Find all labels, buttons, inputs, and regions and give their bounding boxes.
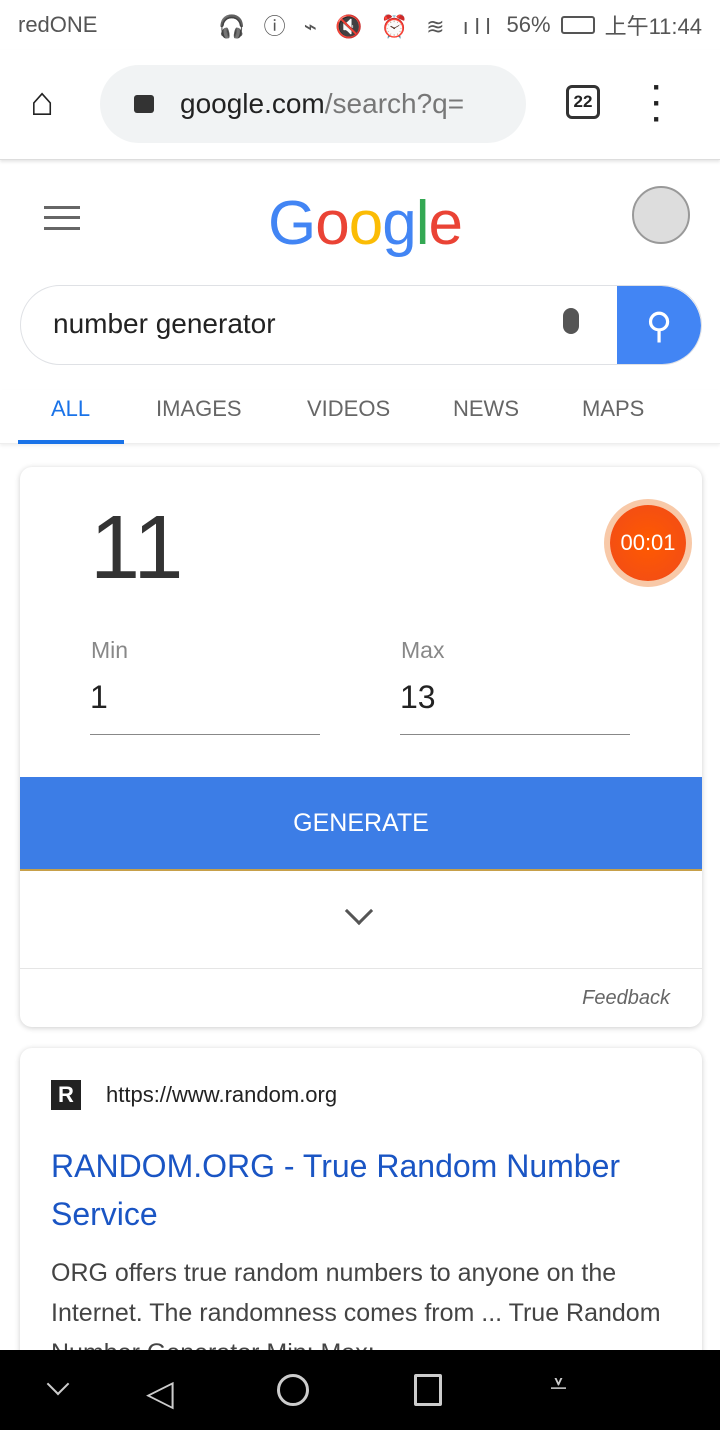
tab-all[interactable]: ALL (51, 396, 90, 422)
android-nav-bar: ◁ ⩡ (0, 1350, 720, 1430)
expand-chevron-icon[interactable] (344, 896, 374, 926)
battery-icon (560, 16, 595, 34)
url-path: /search?q= (324, 88, 465, 119)
status-icons: 🎧 ⓘ ⌁ 🔇 ⏰ ≋ ıll (218, 14, 497, 39)
search-button[interactable]: ⚲ (617, 286, 701, 364)
tab-news[interactable]: NEWS (453, 396, 519, 422)
collapse-chevron-icon[interactable] (46, 1372, 70, 1396)
carrier: redONE (18, 12, 98, 37)
home-icon[interactable]: ⌂ (30, 80, 54, 125)
menu-dots-icon[interactable]: · · · (652, 73, 662, 135)
google-logo[interactable]: Google (268, 188, 463, 259)
search-box[interactable]: number generator ⚲ (20, 285, 702, 365)
home-circle-icon[interactable] (277, 1374, 309, 1406)
search-result: R https://www.random.org RANDOM.ORG - Tr… (20, 1048, 702, 1378)
tab-images[interactable]: IMAGES (156, 396, 242, 422)
active-tab-indicator (18, 440, 124, 444)
search-input[interactable]: number generator (53, 308, 276, 340)
tab-videos[interactable]: VIDEOS (307, 396, 390, 422)
result-title[interactable]: RANDOM.ORG - True Random Number Service (51, 1142, 681, 1238)
microphone-icon[interactable] (563, 308, 579, 334)
timer-badge: 00:01 (610, 505, 686, 581)
clock: 上午11:44 (604, 14, 702, 39)
generate-button[interactable]: GENERATE (20, 777, 702, 871)
status-bar: redONE 🎧 ⓘ ⌁ 🔇 ⏰ ≋ ıll 56% 上午11:44 (0, 0, 720, 50)
min-input[interactable]: 1 (90, 679, 320, 735)
back-icon[interactable]: ◁ (146, 1372, 174, 1414)
tab-maps[interactable]: MAPS (582, 396, 644, 422)
lock-icon (134, 95, 154, 113)
address-bar[interactable]: google.com/search?q= (100, 65, 526, 143)
notification-pull-icon[interactable]: ⩡ (550, 1368, 567, 1402)
min-label: Min (91, 637, 129, 663)
max-input[interactable]: 13 (400, 679, 630, 735)
avatar[interactable] (632, 186, 690, 244)
search-icon: ⚲ (645, 305, 673, 346)
url-domain: google.com (180, 88, 325, 119)
favicon: R (51, 1080, 81, 1110)
hamburger-menu-icon[interactable] (44, 206, 80, 230)
generated-number: 11 (90, 498, 184, 598)
battery-level: 56% (506, 12, 551, 37)
recents-icon[interactable] (414, 1374, 442, 1406)
divider (20, 968, 702, 969)
tab-switcher-button[interactable]: 22 (566, 85, 600, 119)
search-tabs: ALL IMAGES VIDEOS NEWS MAPS (0, 390, 720, 444)
random-number-card: 11 00:01 Min 1 Max 13 GENERATE Feedback (20, 467, 702, 1027)
feedback-link[interactable]: Feedback (582, 987, 670, 1010)
max-label: Max (401, 637, 445, 663)
browser-toolbar: ⌂ google.com/search?q= 22 · · · (0, 50, 720, 160)
result-url[interactable]: https://www.random.org (106, 1082, 337, 1108)
